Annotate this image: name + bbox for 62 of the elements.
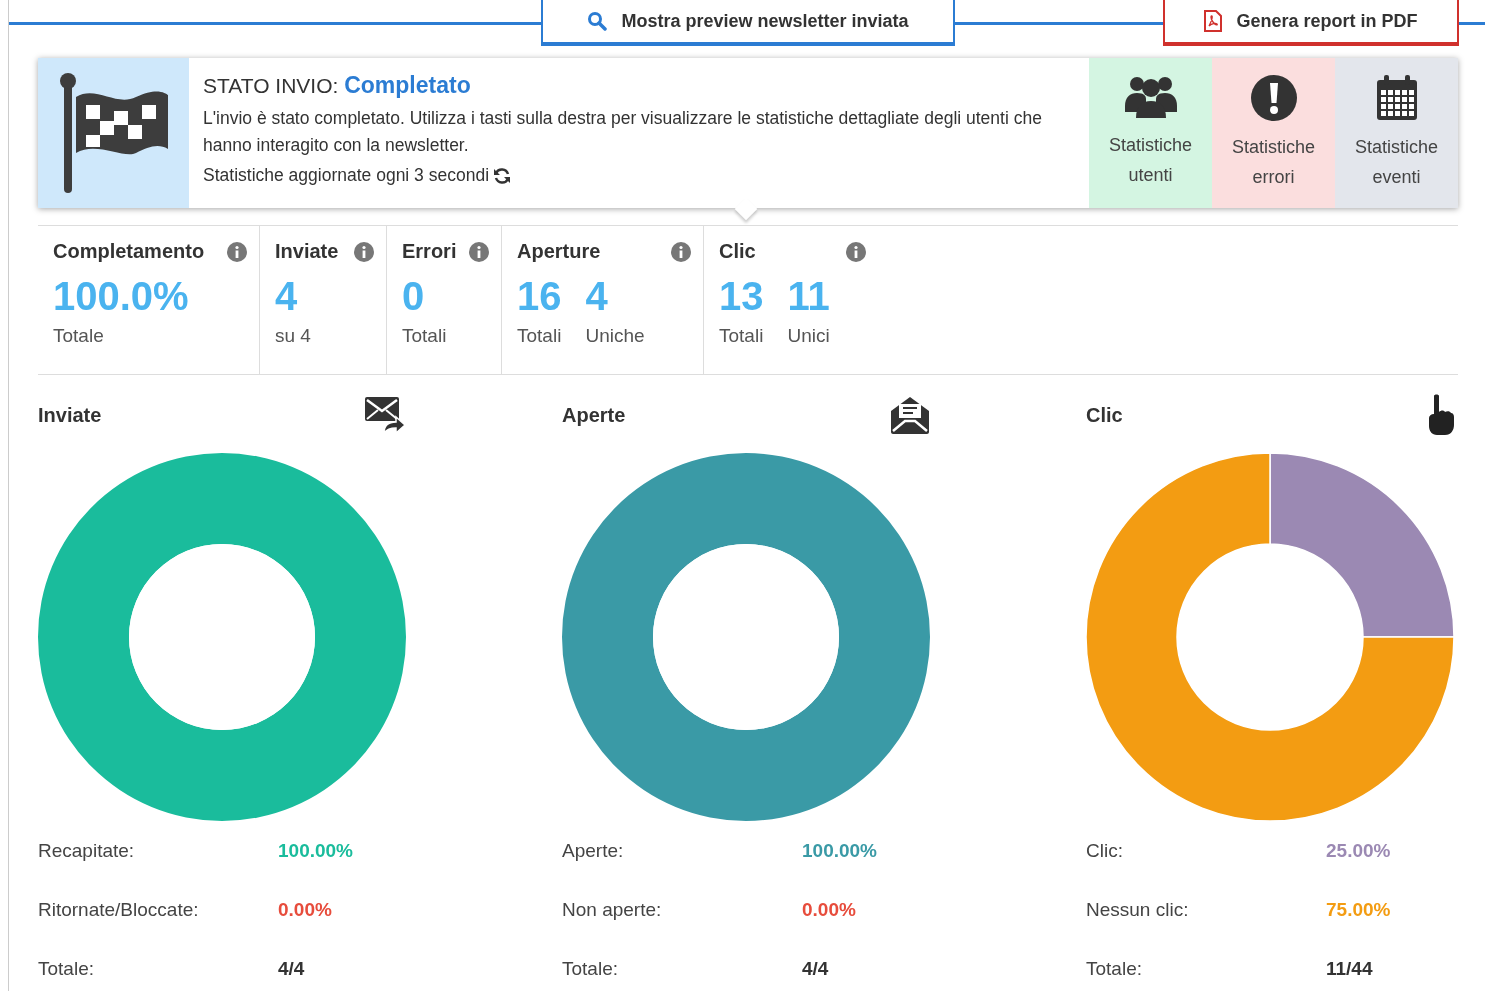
stat-value: 100.00% <box>802 839 877 862</box>
users-icon <box>1124 74 1177 120</box>
statistics-button[interactable]: Statistiche eventi <box>1335 58 1458 208</box>
info-icon <box>846 241 866 262</box>
stat-label: Non aperte: <box>562 898 663 921</box>
open-envelope-icon <box>890 395 930 435</box>
metric-value: 13 <box>719 273 764 319</box>
calendar-icon <box>1374 74 1419 122</box>
exclamation-icon <box>1249 74 1298 122</box>
stat-value: 0.00% <box>802 898 856 921</box>
refresh-icon <box>493 166 512 185</box>
stat-label: Aperte: <box>562 839 625 862</box>
stat-label: Totale: <box>562 957 619 980</box>
metric-caption: Totali <box>719 325 764 347</box>
stat-value: 0.00% <box>278 898 332 921</box>
metric-value: 16 <box>517 273 562 319</box>
stat-value: 4/4 <box>802 957 829 980</box>
metric-value: 100.0% <box>53 273 189 319</box>
info-icon <box>469 241 489 262</box>
stat-label: Ritornate/Bloccate: <box>38 898 200 921</box>
info-icon <box>354 241 374 262</box>
status-description: L'invio è stato completato. Utilizza i tasti sulla destra per visualizzare le statistiche dettagliate degli utenti che hanno interagito con la newsletter. <box>203 107 1043 157</box>
pdf-file-icon <box>1204 10 1223 32</box>
metric-title: Errori <box>402 240 457 263</box>
chart-title: Aperte <box>562 403 626 427</box>
metric-value: 0 <box>402 273 426 319</box>
stat-value: 75.00% <box>1326 898 1391 921</box>
status-title: STATO INVIO: Completato <box>203 72 472 99</box>
metric-caption: Uniche <box>585 325 645 347</box>
statistics-button[interactable]: Statistiche errori <box>1212 58 1335 208</box>
metric-caption: Totali <box>402 325 447 347</box>
stat-value: 100.00% <box>278 839 353 862</box>
metric-caption: Totale <box>53 325 105 347</box>
metric-caption: Unici <box>787 325 830 347</box>
stat-label: Clic: <box>1086 839 1124 862</box>
pointing-hand-icon <box>1428 394 1454 436</box>
stat-label: Totale: <box>38 957 95 980</box>
preview-button[interactable]: Mostra preview newsletter inviata <box>541 0 955 46</box>
stat-value: 11/44 <box>1326 957 1373 980</box>
metric-caption: su 4 <box>275 325 311 347</box>
search-icon <box>587 11 608 31</box>
chart-title: Clic <box>1086 403 1123 427</box>
metric-title: Aperture <box>517 240 601 263</box>
update-note: Statistiche aggiornate ogni 3 secondi <box>203 165 490 186</box>
envelope-arrow-icon <box>364 395 406 435</box>
statistics-button[interactable]: Statistiche utenti <box>1089 58 1212 208</box>
chart-title: Inviate <box>38 403 102 427</box>
metric-value: 11 <box>787 273 830 319</box>
metric-title: Completamento <box>53 240 205 263</box>
info-icon <box>227 241 247 262</box>
metric-value: 4 <box>585 273 609 319</box>
stat-value: 25.00% <box>1326 839 1391 862</box>
stat-label: Totale: <box>1086 957 1143 980</box>
metric-title: Inviate <box>275 240 339 263</box>
metric-title: Clic <box>719 240 756 263</box>
pdf-report-button[interactable]: Genera report in PDF <box>1163 0 1459 46</box>
stat-value: 4/4 <box>278 957 305 980</box>
stat-label: Nessun clic: <box>1086 898 1190 921</box>
stat-label: Recapitate: <box>38 839 136 862</box>
info-icon <box>671 241 691 262</box>
metric-caption: Totali <box>517 325 562 347</box>
metric-value: 4 <box>275 273 299 319</box>
